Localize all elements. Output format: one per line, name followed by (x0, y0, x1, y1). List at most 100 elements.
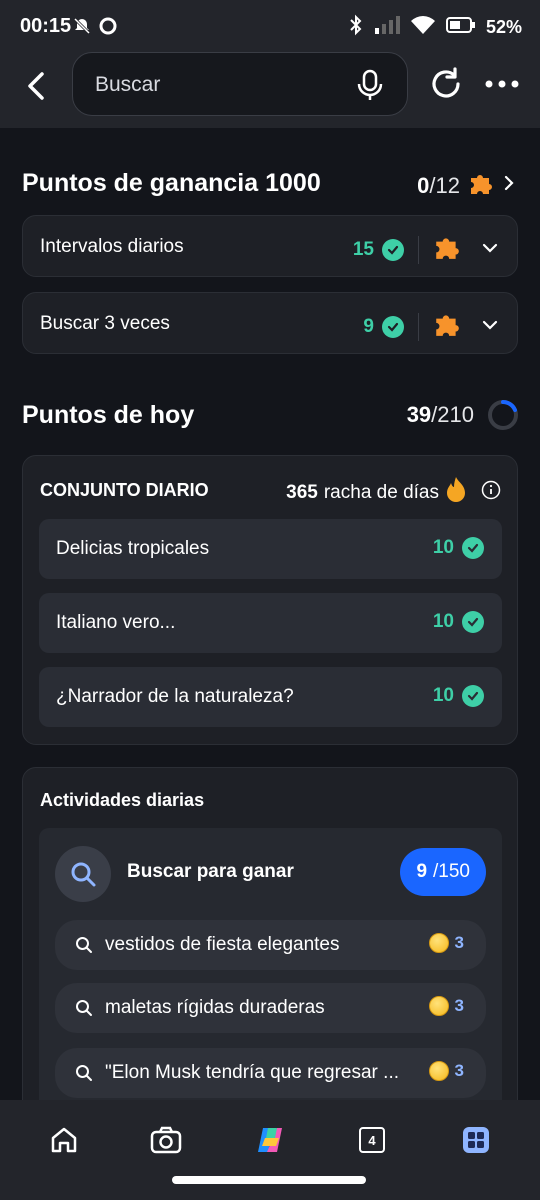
nav-tabs[interactable]: 4 (354, 1122, 390, 1158)
coin-icon (428, 996, 449, 1016)
search-suggestion[interactable]: vestidos de fiesta elegantes 3 (55, 920, 486, 970)
mic-button[interactable] (355, 69, 385, 101)
search-to-earn-panel: Buscar para ganar 9/150 vestidos de fies… (39, 828, 502, 1138)
search-earn-total: /150 (433, 861, 470, 882)
nav-copilot[interactable] (252, 1122, 288, 1158)
more-options-button[interactable] (484, 66, 520, 102)
search-icon (75, 936, 93, 959)
search-earn-label: Buscar para ganar (127, 861, 294, 882)
divider (418, 235, 419, 264)
signal-icon (374, 14, 400, 41)
earning-progress-total: /12 (429, 173, 460, 198)
suggestion-text: maletas rígidas duraderas (105, 997, 325, 1018)
points-value: 10 (432, 611, 454, 632)
puzzle-icon (433, 310, 461, 343)
puzzle-icon (468, 170, 494, 202)
tabs-icon: 4 (359, 1127, 385, 1153)
points-value: 15 (352, 238, 374, 260)
earning-points-progress[interactable]: 0/12 (417, 170, 516, 202)
coin-icon (428, 933, 449, 953)
daily-set-item-label: ¿Narrador de la naturaleza? (56, 686, 294, 707)
search-placeholder: Buscar (95, 73, 161, 96)
bluetooth-icon (348, 14, 364, 41)
wifi-icon (410, 15, 436, 40)
earning-row-intervals[interactable]: Intervalos diarios 15 (22, 215, 518, 277)
daily-set-item-label: Italiano vero... (56, 612, 176, 633)
divider (418, 312, 419, 341)
flame-icon (445, 476, 467, 509)
status-bar: 00:15 52% (0, 0, 540, 52)
today-points-current: 39 (406, 402, 432, 427)
suggestion-points: 3 (454, 933, 464, 952)
search-icon (75, 999, 93, 1022)
check-icon (382, 315, 404, 338)
back-button[interactable] (20, 68, 52, 104)
earning-row-label: Buscar 3 veces (40, 313, 170, 334)
daily-activities-card: Actividades diarias Buscar para ganar 9/… (22, 767, 518, 1138)
search-suggestion[interactable]: maletas rígidas duraderas 3 (55, 983, 486, 1033)
bottom-nav: 4 (0, 1100, 540, 1200)
circle-icon (98, 16, 118, 41)
nav-home[interactable] (46, 1122, 82, 1158)
daily-set-item[interactable]: ¿Narrador de la naturaleza? 10 (39, 667, 502, 727)
nav-camera[interactable] (148, 1122, 184, 1158)
notifications-off-icon (72, 16, 92, 41)
suggestion-points: 3 (454, 1061, 464, 1080)
daily-activities-title: Actividades diarias (40, 790, 205, 810)
status-time: 00:15 (20, 15, 72, 37)
points-value: 9 (363, 315, 374, 337)
back-icon (28, 72, 44, 100)
apps-icon (463, 1127, 489, 1153)
daily-set-title: CONJUNTO DIARIO (40, 480, 209, 500)
camera-icon (150, 1126, 182, 1154)
streak-label: racha de días (323, 481, 439, 503)
points-value: 10 (432, 685, 454, 706)
battery-icon (445, 16, 476, 39)
chevron-right-icon (502, 173, 516, 199)
more-icon (485, 80, 519, 88)
battery-level: 52% (485, 17, 522, 37)
home-icon (51, 1127, 77, 1153)
refresh-button[interactable] (428, 66, 464, 102)
check-icon (382, 238, 404, 261)
puzzle-icon (433, 233, 461, 266)
search-input[interactable]: Buscar (72, 52, 408, 116)
streak-info: 365 racha de días (286, 476, 501, 509)
app-bar: Buscar (0, 52, 540, 128)
suggestion-points: 3 (454, 996, 464, 1015)
suggestion-text: vestidos de fiesta elegantes (105, 934, 340, 955)
daily-set-item[interactable]: Delicias tropicales 10 (39, 519, 502, 579)
search-suggestion[interactable]: "Elon Musk tendría que regresar ... 3 (55, 1048, 486, 1098)
check-icon (462, 685, 484, 707)
check-icon (462, 537, 484, 559)
tabs-count: 4 (368, 1132, 376, 1148)
search-icon (55, 846, 111, 902)
info-icon[interactable] (481, 480, 501, 505)
earning-points-title: Puntos de ganancia 1000 (22, 169, 321, 197)
search-earn-badge: 9/150 (400, 848, 486, 896)
refresh-icon (432, 67, 460, 98)
earning-row-search[interactable]: Buscar 3 veces 9 (22, 292, 518, 354)
suggestion-text: "Elon Musk tendría que regresar ... (105, 1062, 399, 1083)
check-icon (462, 611, 484, 633)
earning-row-label: Intervalos diarios (40, 236, 184, 257)
earning-progress-current: 0 (417, 173, 430, 198)
today-points-total: /210 (431, 402, 474, 427)
coin-icon (428, 1061, 449, 1081)
today-points-progress: 39/210 (407, 398, 520, 432)
search-icon (75, 1064, 93, 1087)
copilot-icon (258, 1128, 282, 1152)
daily-set-item[interactable]: Italiano vero... 10 (39, 593, 502, 653)
nav-apps[interactable] (458, 1122, 494, 1158)
home-indicator[interactable] (172, 1176, 366, 1184)
progress-ring (488, 400, 518, 430)
search-earn-current: 9 (416, 861, 428, 882)
points-value: 10 (432, 537, 454, 558)
streak-count: 365 (286, 481, 318, 503)
mic-icon (357, 69, 383, 100)
daily-set-item-label: Delicias tropicales (56, 538, 210, 559)
chevron-down-icon (481, 241, 499, 259)
daily-set-card: CONJUNTO DIARIO 365 racha de días Delici… (22, 455, 518, 745)
chevron-down-icon (481, 318, 499, 336)
today-points-title: Puntos de hoy (22, 401, 195, 429)
